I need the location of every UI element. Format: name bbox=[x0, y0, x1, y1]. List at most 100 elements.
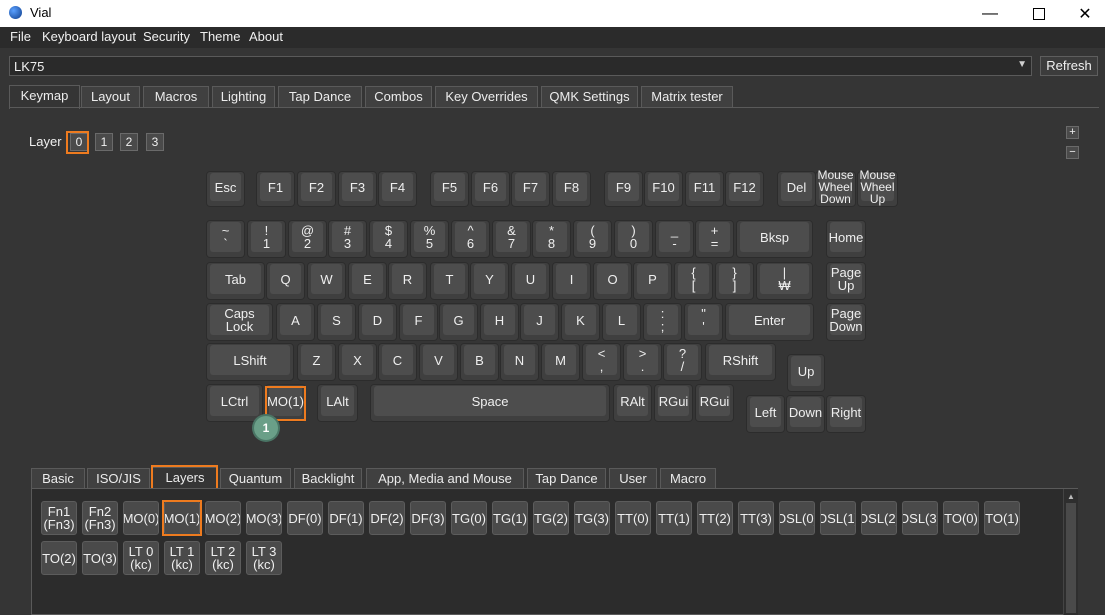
tab-main-5[interactable]: Combos bbox=[365, 86, 432, 108]
key-r2-10[interactable]: P bbox=[633, 262, 672, 300]
key-r4-9[interactable]: > . bbox=[623, 343, 662, 381]
key-r0-3[interactable]: F3 bbox=[338, 171, 377, 207]
key-r5-2[interactable]: LAlt bbox=[317, 384, 358, 422]
device-select[interactable]: LK75 ▼ bbox=[9, 56, 1032, 76]
tab-keycode-7[interactable]: User bbox=[609, 468, 657, 489]
key-r1-11[interactable]: _ - bbox=[655, 220, 694, 258]
tab-keycode-0[interactable]: Basic bbox=[31, 468, 85, 489]
key-r2-0[interactable]: Tab bbox=[206, 262, 265, 300]
key-r1-4[interactable]: $ 4 bbox=[369, 220, 408, 258]
key-r2-7[interactable]: U bbox=[511, 262, 550, 300]
key-r0-4[interactable]: F4 bbox=[378, 171, 417, 207]
tab-keycode-3[interactable]: Quantum bbox=[220, 468, 291, 489]
tab-keycode-4[interactable]: Backlight bbox=[294, 468, 362, 489]
tab-main-2[interactable]: Macros bbox=[143, 86, 209, 108]
keycode-row1-6[interactable]: DF(0) bbox=[287, 501, 323, 535]
key-r0-15[interactable]: Mouse Wheel Up bbox=[857, 169, 898, 207]
keycode-row1-22[interactable]: TO(0) bbox=[943, 501, 979, 535]
key-r3-12[interactable]: Enter bbox=[725, 303, 814, 341]
key-r3-5[interactable]: G bbox=[439, 303, 478, 341]
key-r3-6[interactable]: H bbox=[480, 303, 519, 341]
zoom-out-button[interactable]: − bbox=[1066, 146, 1079, 159]
layer-button-2[interactable]: 2 bbox=[120, 133, 138, 151]
refresh-button[interactable]: Refresh bbox=[1040, 56, 1098, 76]
key-r1-12[interactable]: + = bbox=[695, 220, 734, 258]
maximize-button[interactable] bbox=[1016, 0, 1062, 27]
key-r1-2[interactable]: @ 2 bbox=[288, 220, 327, 258]
key-r4-6[interactable]: N bbox=[500, 343, 539, 381]
key-r0-9[interactable]: F9 bbox=[604, 171, 643, 207]
key-r1-1[interactable]: ! 1 bbox=[247, 220, 286, 258]
keycode-row1-11[interactable]: TG(1) bbox=[492, 501, 528, 535]
key-r0-2[interactable]: F2 bbox=[297, 171, 336, 207]
tab-main-8[interactable]: Matrix tester bbox=[641, 86, 733, 108]
keycode-panel-scrollbar[interactable]: ▲ bbox=[1063, 489, 1078, 615]
tab-main-7[interactable]: QMK Settings bbox=[541, 86, 638, 108]
key-r4-10[interactable]: ? / bbox=[663, 343, 702, 381]
key-r3-8[interactable]: K bbox=[561, 303, 600, 341]
key-r1-7[interactable]: & 7 bbox=[492, 220, 531, 258]
keycode-row1-5[interactable]: MO(3) bbox=[246, 501, 282, 535]
key-r3-2[interactable]: S bbox=[317, 303, 356, 341]
close-button[interactable]: ✕ bbox=[1062, 0, 1105, 27]
key-r1-9[interactable]: ( 9 bbox=[573, 220, 612, 258]
key-r1-14[interactable]: Home bbox=[826, 220, 866, 258]
layer-button-3[interactable]: 3 bbox=[146, 133, 164, 151]
keycode-row1-0[interactable]: Fn1 (Fn3) bbox=[41, 501, 77, 535]
key-r1-13[interactable]: Bksp bbox=[736, 220, 813, 258]
key-r3-7[interactable]: J bbox=[520, 303, 559, 341]
key-r3-13[interactable]: Page Down bbox=[826, 303, 866, 341]
keycode-row2-0[interactable]: TO(2) bbox=[41, 541, 77, 575]
key-r0-11[interactable]: F11 bbox=[685, 171, 724, 207]
minimize-button[interactable]: — bbox=[967, 0, 1013, 27]
key-r3-11[interactable]: " ' bbox=[684, 303, 723, 341]
key-r5-5[interactable]: RGui bbox=[654, 384, 693, 422]
keycode-row1-13[interactable]: TG(3) bbox=[574, 501, 610, 535]
key-r3-3[interactable]: D bbox=[358, 303, 397, 341]
keycode-row1-10[interactable]: TG(0) bbox=[451, 501, 487, 535]
key-r1-8[interactable]: * 8 bbox=[532, 220, 571, 258]
key-r4-8[interactable]: < , bbox=[582, 343, 621, 381]
keycode-row1-2[interactable]: MO(0) bbox=[123, 501, 159, 535]
scrollbar-thumb[interactable] bbox=[1066, 503, 1076, 613]
keycode-row2-1[interactable]: TO(3) bbox=[82, 541, 118, 575]
key-r3-10[interactable]: : ; bbox=[643, 303, 682, 341]
key-r1-6[interactable]: ^ 6 bbox=[451, 220, 490, 258]
keycode-row1-4[interactable]: MO(2) bbox=[205, 501, 241, 535]
keycode-row2-2[interactable]: LT 0 (kc) bbox=[123, 541, 159, 575]
key-r5-0[interactable]: LCtrl bbox=[206, 384, 263, 422]
menu-keyboard-layout[interactable]: Keyboard layout bbox=[42, 29, 136, 44]
key-r4-11[interactable]: RShift bbox=[705, 343, 776, 381]
key-r2-4[interactable]: R bbox=[388, 262, 427, 300]
key-r2-1[interactable]: Q bbox=[266, 262, 305, 300]
key-r0-12[interactable]: F12 bbox=[725, 171, 764, 207]
key-r5-4[interactable]: RAlt bbox=[613, 384, 652, 422]
tab-keycode-1[interactable]: ISO/JIS bbox=[87, 468, 150, 489]
keycode-row1-8[interactable]: DF(2) bbox=[369, 501, 405, 535]
key-r0-0[interactable]: Esc bbox=[206, 171, 245, 207]
keycode-row1-19[interactable]: OSL(1) bbox=[820, 501, 856, 535]
key-r5-6[interactable]: RGui bbox=[695, 384, 734, 422]
key-r0-10[interactable]: F10 bbox=[644, 171, 683, 207]
key-r3-4[interactable]: F bbox=[399, 303, 438, 341]
key-r4-2[interactable]: X bbox=[338, 343, 377, 381]
key-r1-5[interactable]: % 5 bbox=[410, 220, 449, 258]
key-r2-5[interactable]: T bbox=[430, 262, 469, 300]
keycode-row1-3[interactable]: MO(1) bbox=[164, 501, 200, 535]
tab-keycode-2[interactable]: Layers bbox=[152, 467, 218, 488]
menu-theme[interactable]: Theme bbox=[200, 29, 240, 44]
key-r5-7[interactable]: Left bbox=[746, 395, 785, 433]
key-r3-0[interactable]: Caps Lock bbox=[206, 303, 273, 341]
keycode-row1-7[interactable]: DF(1) bbox=[328, 501, 364, 535]
key-r0-1[interactable]: F1 bbox=[256, 171, 295, 207]
key-r2-3[interactable]: E bbox=[348, 262, 387, 300]
layer-button-1[interactable]: 1 bbox=[95, 133, 113, 151]
tab-keycode-8[interactable]: Macro bbox=[660, 468, 716, 489]
key-r4-4[interactable]: V bbox=[419, 343, 458, 381]
key-r1-10[interactable]: ) 0 bbox=[614, 220, 653, 258]
key-r0-6[interactable]: F6 bbox=[471, 171, 510, 207]
zoom-in-button[interactable]: + bbox=[1066, 126, 1079, 139]
key-r0-14[interactable]: Mouse Wheel Down bbox=[815, 169, 856, 207]
keycode-row2-3[interactable]: LT 1 (kc) bbox=[164, 541, 200, 575]
tab-main-6[interactable]: Key Overrides bbox=[435, 86, 538, 108]
